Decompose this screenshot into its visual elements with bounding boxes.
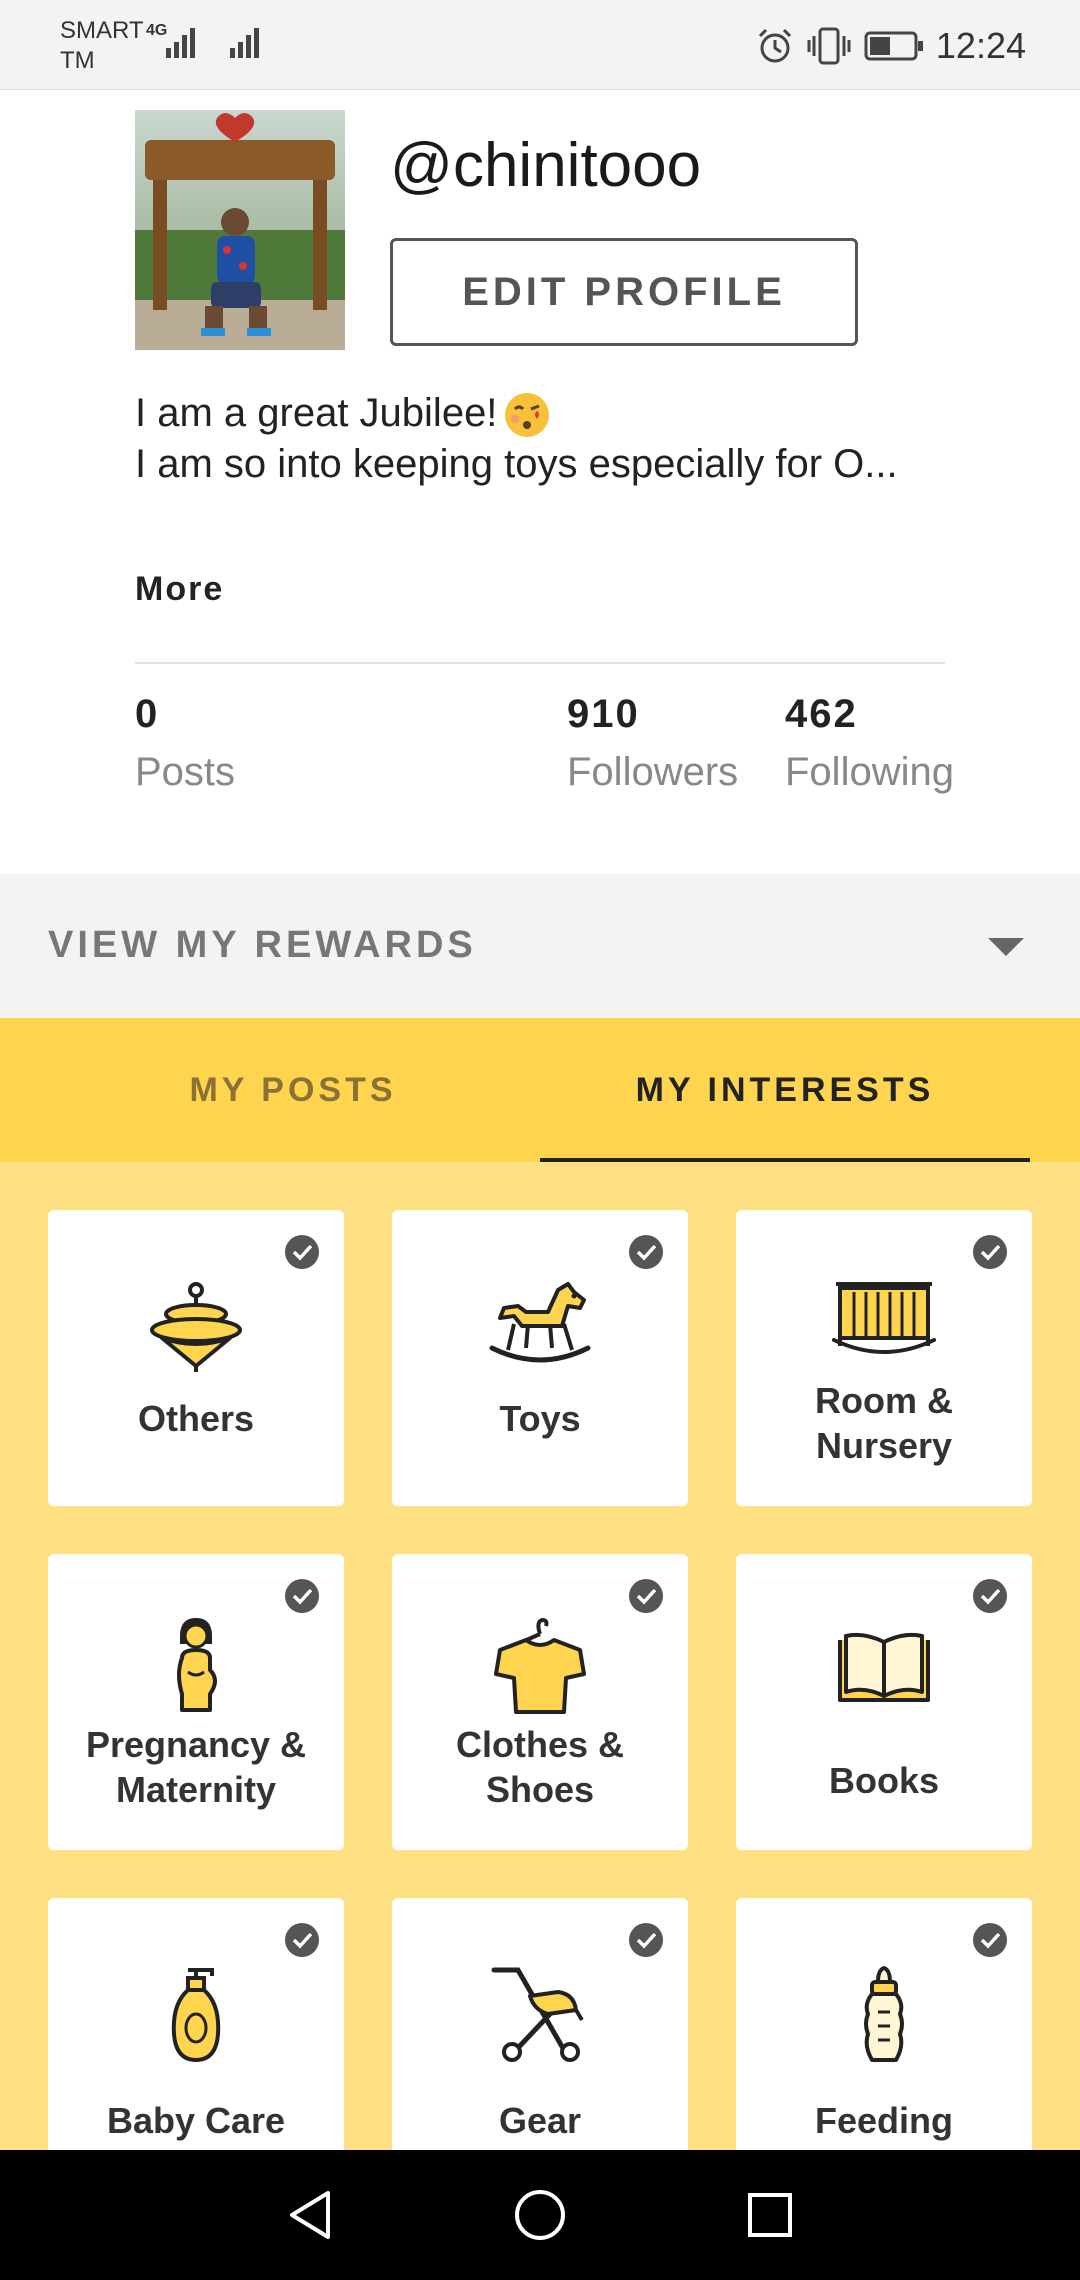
interest-card-clothes-shoes[interactable]: Clothes & Shoes <box>392 1554 688 1850</box>
rewards-label: VIEW MY REWARDS <box>48 924 477 966</box>
pregnant-woman-icon <box>177 1618 217 1712</box>
followers-label: Followers <box>567 750 739 794</box>
posts-count: 0 <box>135 692 160 736</box>
interests-grid: Others Toys Room & Nursery Pregnancy & M… <box>0 1162 1080 2150</box>
interest-label: Gear <box>498 2100 582 2141</box>
clock: 12:24 <box>935 25 1026 66</box>
checkmark-icon <box>285 1235 319 1269</box>
interest-card-feeding[interactable]: Feeding <box>736 1898 1032 2150</box>
recents-icon[interactable] <box>742 2187 798 2243</box>
carrier-line1: SMART <box>60 17 144 44</box>
checkmark-icon <box>973 1235 1007 1269</box>
interest-card-room-nursery[interactable]: Room & Nursery <box>736 1210 1032 1506</box>
stat-following[interactable]: 462 Following <box>785 690 954 796</box>
interest-label: Books <box>828 1760 940 1801</box>
divider <box>135 662 945 664</box>
baby-bottle-icon <box>864 1966 904 2062</box>
checkmark-icon <box>629 1235 663 1269</box>
interest-card-baby-care[interactable]: Baby Care <box>48 1898 344 2150</box>
interest-card-others[interactable]: Others <box>48 1210 344 1506</box>
interest-label: Toys <box>499 1398 581 1439</box>
following-label: Following <box>785 750 954 794</box>
interest-card-gear[interactable]: Gear <box>392 1898 688 2150</box>
interest-label: Room & Nursery <box>815 1380 953 1466</box>
signal-strength-icon <box>230 28 259 58</box>
interest-label: Baby Care <box>106 2100 286 2141</box>
stat-followers[interactable]: 910 Followers <box>567 690 738 796</box>
carrier-line2: TM <box>60 47 95 74</box>
followers-count: 910 <box>567 692 640 736</box>
username: @chinitooo <box>390 131 702 200</box>
interest-label: Others <box>137 1398 255 1439</box>
tab-my-interests[interactable]: MY INTERESTS <box>540 1018 1030 1162</box>
lotion-bottle-icon <box>171 1968 221 2062</box>
status-bar: SMART TM 4G 12:24 <box>0 0 1080 90</box>
alarm-icon <box>758 28 791 63</box>
rocking-horse-icon <box>489 1282 591 1363</box>
bio: I am a great Jubilee! I am so into keepi… <box>135 388 945 489</box>
battery-icon <box>864 31 923 61</box>
spinning-top-icon <box>150 1282 242 1372</box>
bio-line1: I am a great Jubilee! <box>135 391 498 435</box>
checkmark-icon <box>285 1579 319 1613</box>
more-link[interactable]: More <box>135 570 224 609</box>
open-book-icon <box>838 1632 930 1702</box>
checkmark-icon <box>973 1579 1007 1613</box>
avatar[interactable] <box>135 110 345 350</box>
checkmark-icon <box>973 1923 1007 1957</box>
app-root: SMART TM 4G 12:24 @chinitooo EDIT PROFIL… <box>0 0 1080 2280</box>
status-icons: 12:24 <box>756 24 1026 68</box>
following-count: 462 <box>785 692 858 736</box>
crib-icon <box>832 1282 936 1354</box>
caret-down-icon <box>988 938 1024 956</box>
vibrate-icon <box>807 27 851 65</box>
profile-header: @chinitooo EDIT PROFILE I am a great Jub… <box>0 90 1080 874</box>
home-icon[interactable] <box>512 2187 568 2243</box>
stat-posts[interactable]: 0 Posts <box>135 690 235 796</box>
interest-card-books[interactable]: Books <box>736 1554 1032 1850</box>
tab-my-posts[interactable]: MY POSTS <box>48 1018 538 1162</box>
checkmark-icon <box>629 1579 663 1613</box>
posts-label: Posts <box>135 750 236 794</box>
interest-label: Feeding <box>814 2100 953 2141</box>
checkmark-icon <box>629 1923 663 1957</box>
stroller-icon <box>491 1967 584 2062</box>
profile-tabs: MY POSTS MY INTERESTS <box>0 1018 1080 1162</box>
interest-card-pregnancy-maternity[interactable]: Pregnancy & Maternity <box>48 1554 344 1850</box>
kissing-face-emoji-icon <box>505 393 550 438</box>
interest-label: Clothes & Shoes <box>455 1724 624 1810</box>
interest-label: Pregnancy & Maternity <box>85 1724 307 1810</box>
edit-profile-button[interactable]: EDIT PROFILE <box>390 238 858 346</box>
view-rewards-toggle[interactable]: VIEW MY REWARDS <box>0 874 1080 1018</box>
checkmark-icon <box>285 1923 319 1957</box>
back-icon[interactable] <box>282 2187 338 2243</box>
shirt-hanger-icon <box>494 1617 586 1714</box>
carrier-label: SMART TM <box>60 16 144 76</box>
bio-line2: I am so into keeping toys especially for… <box>135 442 898 487</box>
system-nav-bar <box>0 2150 1080 2280</box>
interest-card-toys[interactable]: Toys <box>392 1210 688 1506</box>
signal-strength-icon <box>166 28 195 58</box>
